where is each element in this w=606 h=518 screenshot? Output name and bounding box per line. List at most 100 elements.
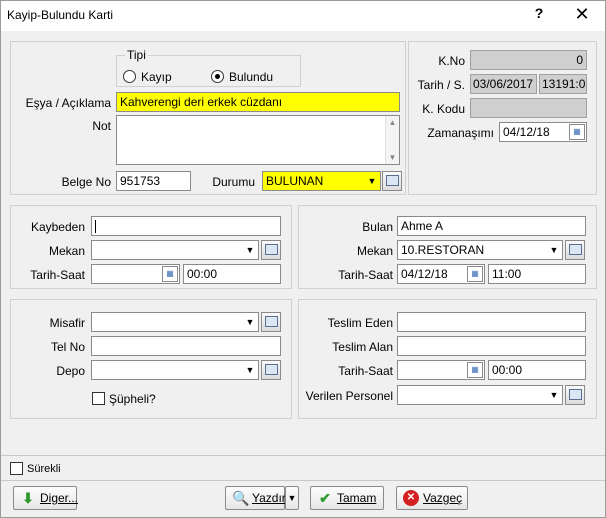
yazdir-dropdown-button[interactable]: ▼: [285, 486, 299, 510]
bulan-mekan-select[interactable]: 10.RESTORAN ▼: [397, 240, 563, 260]
esya-input[interactable]: Kahverengi deri erkek cüzdanı: [116, 92, 400, 112]
vazgec-button[interactable]: ✕ Vazgeç: [396, 486, 468, 510]
calendar-icon[interactable]: ▦: [467, 266, 483, 282]
tipi-group: Tipi Kayıp Bulundu: [116, 48, 301, 87]
chevron-down-icon[interactable]: ▼: [547, 242, 561, 258]
scroll-down-icon[interactable]: ▼: [386, 153, 399, 162]
text-cursor: [95, 220, 96, 234]
chevron-down-icon[interactable]: ▼: [243, 362, 257, 378]
durumu-value: BULUNAN: [266, 174, 324, 188]
depo-lookup-button[interactable]: [261, 360, 281, 380]
misafir-label: Misafir: [49, 316, 85, 330]
belge-input[interactable]: 951753: [116, 171, 191, 191]
personel-lookup-button[interactable]: [565, 385, 585, 405]
bulan-input[interactable]: Ahme A: [397, 216, 586, 236]
teslim-tarih-input[interactable]: ▦: [397, 360, 485, 380]
kaybeden-saat-input[interactable]: 00:00: [183, 264, 281, 284]
bulan-label: Bulan: [362, 220, 393, 234]
diger-button[interactable]: ⬇ Diger...: [13, 486, 79, 510]
kkodu-field: [470, 98, 587, 118]
lookup-icon: [264, 364, 278, 375]
radio-kayip[interactable]: [123, 70, 136, 83]
misafir-panel: Misafir ▼ Tel No Depo ▼ Şüpheli?: [10, 299, 292, 419]
bulan-saat-input[interactable]: 11:00: [488, 264, 586, 284]
teslim-saat-input[interactable]: 00:00: [488, 360, 586, 380]
not-scrollbar[interactable]: ▲ ▼: [385, 116, 399, 164]
tarih-s-time: 13191:0: [539, 74, 587, 94]
supheli-checkbox[interactable]: [92, 392, 105, 405]
surekli-checkbox[interactable]: [10, 462, 23, 475]
supheli-label: Şüpheli?: [109, 392, 156, 406]
tipi-legend: Tipi: [125, 48, 148, 62]
yazdir-button-label: Yazdır: [252, 491, 286, 505]
item-panel: Tipi Kayıp Bulundu Eşya / Açıklama Kahve…: [10, 41, 406, 195]
personel-select[interactable]: ▼: [397, 385, 563, 405]
tarih-s-date: 03/06/2017: [470, 74, 537, 94]
footer-separator: [1, 455, 605, 456]
lookup-icon: [568, 244, 582, 255]
arrow-down-icon: ⬇: [22, 490, 34, 506]
personel-label: Verilen Personel: [305, 389, 393, 403]
teslim-eden-label: Teslim Eden: [327, 316, 393, 330]
teslim-panel: Teslim Eden Teslim Alan Tarih-Saat ▦ 00:…: [298, 299, 597, 419]
help-button[interactable]: ?: [527, 5, 551, 25]
calendar-icon[interactable]: ▦: [162, 266, 178, 282]
chevron-down-icon: ▼: [287, 493, 297, 503]
durumu-lookup-button[interactable]: [382, 171, 402, 191]
chevron-down-icon[interactable]: ▼: [243, 242, 257, 258]
calendar-icon[interactable]: ▦: [467, 362, 483, 378]
lookup-icon: [264, 316, 278, 327]
kaybeden-mekan-lookup-button[interactable]: [261, 240, 281, 260]
misafir-lookup-button[interactable]: [261, 312, 281, 332]
calendar-icon[interactable]: ▦: [569, 124, 585, 140]
dialog-window: Kayip-Bulundu Karti ? ✕ Tipi Kayıp Bulun…: [0, 0, 606, 518]
teslim-eden-input[interactable]: [397, 312, 586, 332]
durumu-label: Durumu: [212, 175, 255, 189]
durumu-select[interactable]: BULUNAN ▼: [262, 171, 381, 191]
chevron-down-icon[interactable]: ▼: [243, 314, 257, 330]
teslim-alan-label: Teslim Alan: [332, 340, 393, 354]
kaybeden-tarih-input[interactable]: ▦: [91, 264, 180, 284]
zamanasimi-input[interactable]: 04/12/18 ▦: [499, 122, 587, 142]
bulan-mekan-lookup-button[interactable]: [565, 240, 585, 260]
teslim-tarih-label: Tarih-Saat: [338, 364, 393, 378]
chevron-down-icon[interactable]: ▼: [365, 173, 379, 189]
tamam-button[interactable]: ✔ Tamam: [310, 486, 384, 510]
not-textarea[interactable]: ▲ ▼: [116, 115, 400, 165]
window-title: Kayip-Bulundu Karti: [7, 8, 114, 22]
depo-select[interactable]: ▼: [91, 360, 259, 380]
kaybeden-label: Kaybeden: [30, 220, 85, 234]
scroll-up-icon[interactable]: ▲: [386, 118, 399, 127]
kaybeden-input[interactable]: [91, 216, 281, 236]
yazdir-button[interactable]: 🔍 Yazdır: [225, 486, 286, 510]
kaybeden-mekan-select[interactable]: ▼: [91, 240, 259, 260]
bulan-mekan-label: Mekan: [356, 244, 393, 258]
chevron-down-icon[interactable]: ▼: [547, 387, 561, 403]
bulan-tarih-input[interactable]: 04/12/18 ▦: [397, 264, 485, 284]
tarih-s-label: Tarih / S.: [417, 78, 465, 92]
close-button[interactable]: ✕: [567, 4, 597, 26]
tamam-button-label: Tamam: [337, 491, 377, 505]
kkodu-label: K. Kodu: [422, 102, 465, 116]
radio-bulundu-label: Bulundu: [229, 70, 274, 84]
lookup-icon: [568, 389, 582, 400]
misafir-select[interactable]: ▼: [91, 312, 259, 332]
record-panel: K.No 0 Tarih / S. 03/06/2017 13191:0 K. …: [408, 41, 597, 195]
checkmark-icon: ✔: [319, 490, 331, 506]
kaybeden-mekan-label: Mekan: [48, 244, 85, 258]
footer-separator-2: [1, 480, 605, 481]
print-preview-icon: 🔍: [232, 490, 250, 506]
telno-label: Tel No: [50, 340, 85, 354]
bulan-mekan-value: 10.RESTORAN: [401, 243, 485, 257]
diger-button-label: Diger...: [40, 491, 79, 505]
radio-bulundu[interactable]: [211, 70, 224, 83]
esya-label: Eşya / Açıklama: [25, 96, 111, 110]
telno-input[interactable]: [91, 336, 281, 356]
bulan-tarih-value: 04/12/18: [401, 267, 448, 281]
surekli-label: Sürekli: [27, 463, 61, 475]
kaybeden-tarih-label: Tarih-Saat: [30, 268, 85, 282]
cancel-icon: ✕: [403, 490, 419, 506]
teslim-alan-input[interactable]: [397, 336, 586, 356]
lookup-icon: [264, 244, 278, 255]
zamanasimi-value: 04/12/18: [503, 125, 550, 139]
